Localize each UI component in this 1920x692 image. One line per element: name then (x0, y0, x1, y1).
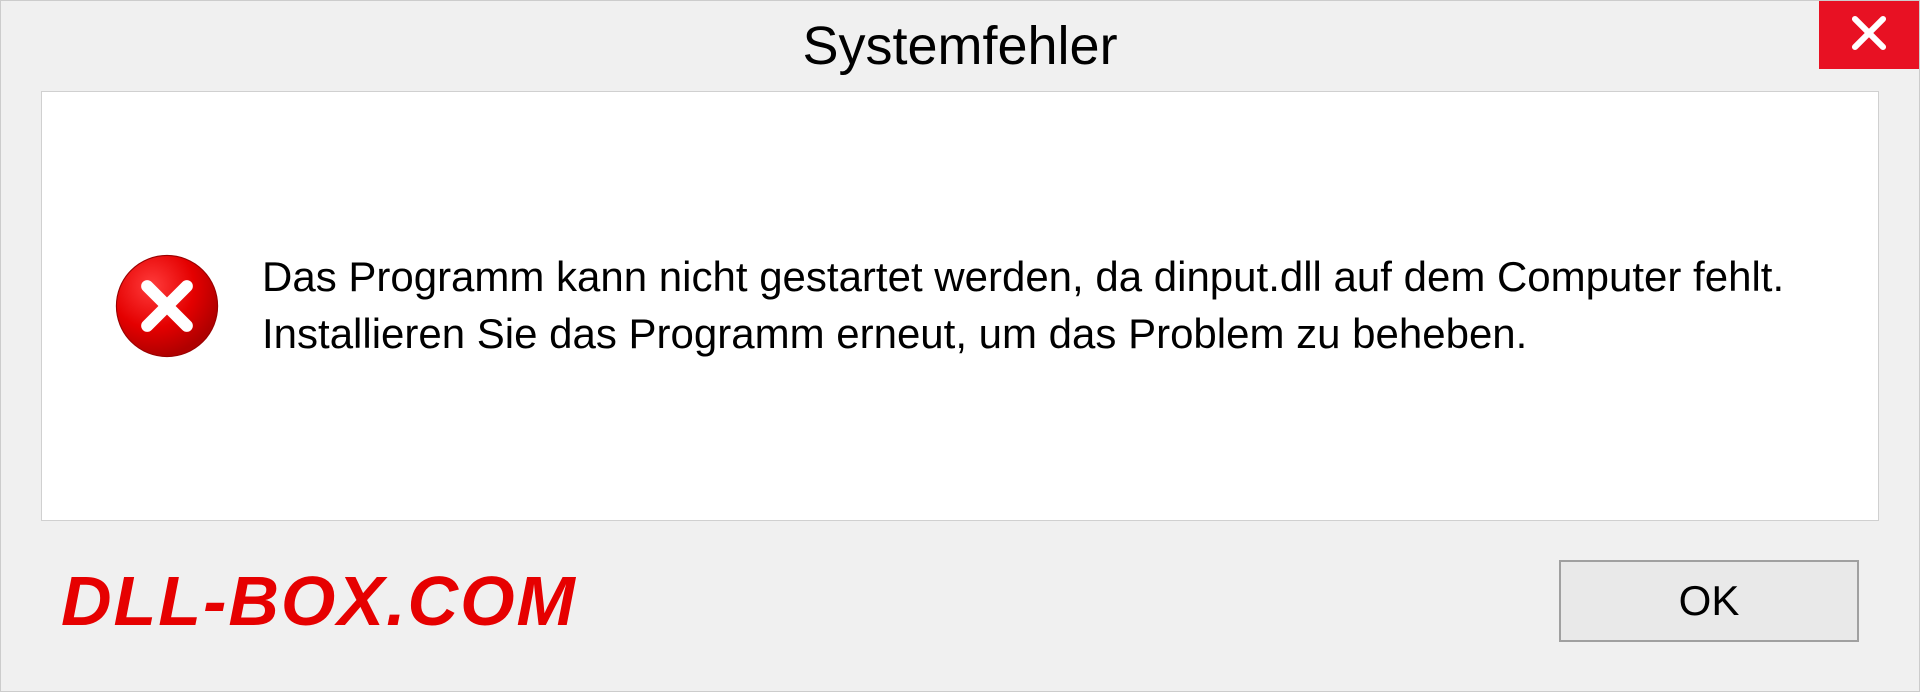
dialog-footer: DLL-BOX.COM OK (1, 541, 1919, 691)
error-icon (112, 251, 222, 361)
close-button[interactable] (1819, 1, 1919, 69)
ok-button[interactable]: OK (1559, 560, 1859, 642)
close-icon (1848, 12, 1890, 59)
watermark-text: DLL-BOX.COM (61, 561, 577, 641)
dialog-title: Systemfehler (802, 15, 1117, 77)
error-message: Das Programm kann nicht gestartet werden… (262, 249, 1808, 362)
error-dialog: Systemfehler (0, 0, 1920, 692)
titlebar: Systemfehler (1, 1, 1919, 91)
content-area: Das Programm kann nicht gestartet werden… (41, 91, 1879, 521)
